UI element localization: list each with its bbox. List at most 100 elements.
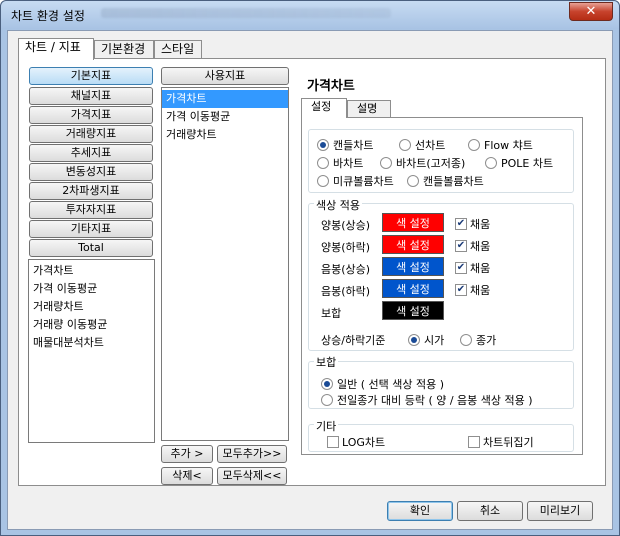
add-button[interactable]: 추가 >	[161, 445, 213, 463]
radio-candlevolume[interactable]: 캔들볼륨차트	[407, 173, 484, 189]
category-trend[interactable]: 추세지표	[29, 144, 153, 162]
radio-flat-prev-close[interactable]: 전일종가 대비 등락 ( 양 / 음봉 색상 적용 )	[321, 392, 533, 408]
flat-section-label: 보합	[314, 354, 339, 370]
add-all-button[interactable]: 모두추가>>	[217, 445, 287, 463]
category-volatility[interactable]: 변동성지표	[29, 163, 153, 181]
check-label: LOG차트	[342, 436, 386, 449]
check-indicator: ✔	[455, 240, 467, 252]
tab-description[interactable]: 설명	[347, 100, 391, 118]
radio-indicator	[407, 175, 419, 187]
radio-line[interactable]: 선차트	[399, 137, 445, 153]
fill-checkbox[interactable]: ✔ 채움	[455, 282, 490, 298]
used-list-item[interactable]: 가격 이동평균	[162, 108, 288, 126]
title-bar[interactable]: 차트 환경 설정 ✕	[1, 1, 619, 29]
radio-indicator	[468, 139, 480, 151]
radio-label: 미큐볼륨차트	[333, 175, 394, 188]
color-button-up-rise[interactable]: 색 설정	[382, 213, 444, 232]
basis-label: 상승/하락기준	[321, 334, 386, 347]
used-list-item[interactable]: 가격차트	[162, 90, 288, 108]
radio-indicator	[460, 334, 472, 346]
fill-checkbox[interactable]: ✔ 채움	[455, 216, 490, 232]
color-button-flat[interactable]: 색 설정	[382, 301, 444, 320]
radio-indicator	[321, 378, 333, 390]
radio-flat-normal[interactable]: 일반 ( 선택 색상 적용 )	[321, 376, 444, 392]
check-indicator	[327, 436, 339, 448]
category-channel[interactable]: 채널지표	[29, 87, 153, 105]
list-item[interactable]: 거래량 이동평균	[29, 316, 154, 334]
list-item[interactable]: 가격차트	[29, 262, 154, 280]
detail-title: 가격차트	[307, 79, 355, 94]
color-row-label: 양봉(하락)	[321, 241, 371, 254]
category-volume[interactable]: 거래량지표	[29, 125, 153, 143]
check-indicator	[468, 436, 480, 448]
flip-chart-checkbox[interactable]: 차트뒤집기	[468, 434, 534, 450]
radio-indicator	[321, 394, 333, 406]
color-button-up-fall[interactable]: 색 설정	[382, 235, 444, 254]
radio-pole[interactable]: POLE 차트	[485, 155, 553, 171]
radio-label: 바차트	[333, 157, 364, 170]
color-button-down-fall[interactable]: 색 설정	[382, 279, 444, 298]
list-item[interactable]: 매물대분석차트	[29, 334, 154, 352]
radio-open-basis[interactable]: 시가	[408, 332, 444, 348]
category-etc[interactable]: 기타지표	[29, 220, 153, 238]
color-button-down-rise[interactable]: 색 설정	[382, 257, 444, 276]
radio-label: 선차트	[415, 139, 446, 152]
radio-equivolume[interactable]: 미큐볼륨차트	[317, 173, 394, 189]
check-label: 차트뒤집기	[483, 436, 534, 449]
category-price[interactable]: 가격지표	[29, 106, 153, 124]
indicator-list[interactable]: 가격차트 가격 이동평균 거래량차트 거래량 이동평균 매물대분석차트	[28, 259, 155, 443]
preview-button[interactable]: 미리보기	[527, 501, 593, 521]
radio-candle[interactable]: 캔들차트	[317, 137, 373, 153]
used-indicators-header[interactable]: 사용지표	[161, 67, 289, 85]
radio-label: 시가	[424, 334, 445, 347]
tab-chart-indicator[interactable]: 차트 / 지표	[18, 38, 94, 60]
fill-checkbox[interactable]: ✔ 채움	[455, 238, 490, 254]
radio-indicator	[317, 139, 329, 151]
category-total[interactable]: Total	[29, 239, 153, 257]
check-indicator: ✔	[455, 218, 467, 230]
radio-indicator	[485, 157, 497, 169]
radio-label: POLE 차트	[501, 157, 554, 170]
check-label: 채움	[470, 284, 491, 297]
radio-label: 전일종가 대비 등락 ( 양 / 음봉 색상 적용 )	[337, 394, 533, 407]
category-basic[interactable]: 기본지표	[29, 67, 153, 85]
tab-basic-environment[interactable]: 기본환경	[94, 40, 154, 59]
blurred-title-area	[101, 8, 391, 18]
radio-label: 캔들차트	[333, 139, 374, 152]
check-label: 채움	[470, 240, 491, 253]
tab-settings[interactable]: 설정	[301, 98, 347, 118]
radio-bar[interactable]: 바차트	[317, 155, 363, 171]
remove-button[interactable]: 삭제<	[161, 467, 213, 485]
color-row-label: 음봉(하락)	[321, 285, 371, 298]
tab-style[interactable]: 스타일	[154, 40, 202, 59]
category-derivative[interactable]: 2차파생지표	[29, 182, 153, 200]
radio-indicator	[317, 175, 329, 187]
close-button[interactable]: ✕	[569, 2, 613, 21]
fill-checkbox[interactable]: ✔ 채움	[455, 260, 490, 276]
check-indicator: ✔	[455, 284, 467, 296]
list-item[interactable]: 거래량차트	[29, 298, 154, 316]
category-investor[interactable]: 투자자지표	[29, 201, 153, 219]
log-chart-checkbox[interactable]: LOG차트	[327, 434, 385, 450]
radio-close-basis[interactable]: 종가	[460, 332, 496, 348]
used-list-item[interactable]: 거래량차트	[162, 126, 288, 144]
ok-button[interactable]: 확인	[387, 501, 453, 521]
window-title: 차트 환경 설정	[11, 9, 85, 23]
color-row-label: 보합	[321, 307, 342, 320]
remove-all-button[interactable]: 모두삭제<<	[217, 467, 287, 485]
color-row-label: 양봉(상승)	[321, 219, 371, 232]
check-indicator: ✔	[455, 262, 467, 274]
used-indicator-list[interactable]: 가격차트 가격 이동평균 거래량차트	[161, 87, 289, 441]
radio-label: 캔들볼륨차트	[423, 175, 484, 188]
radio-bar-hlc[interactable]: 바차트(고저종)	[380, 155, 465, 171]
radio-indicator	[408, 334, 420, 346]
radio-label: 일반 ( 선택 색상 적용 )	[337, 378, 445, 391]
radio-flow[interactable]: Flow 챠트	[468, 137, 533, 153]
cancel-button[interactable]: 취소	[457, 501, 523, 521]
list-item[interactable]: 가격 이동평균	[29, 280, 154, 298]
radio-indicator	[317, 157, 329, 169]
etc-section-label: 기타	[314, 418, 339, 434]
radio-label: Flow 챠트	[484, 139, 533, 152]
radio-indicator	[399, 139, 411, 151]
color-row-label: 음봉(상승)	[321, 263, 371, 276]
